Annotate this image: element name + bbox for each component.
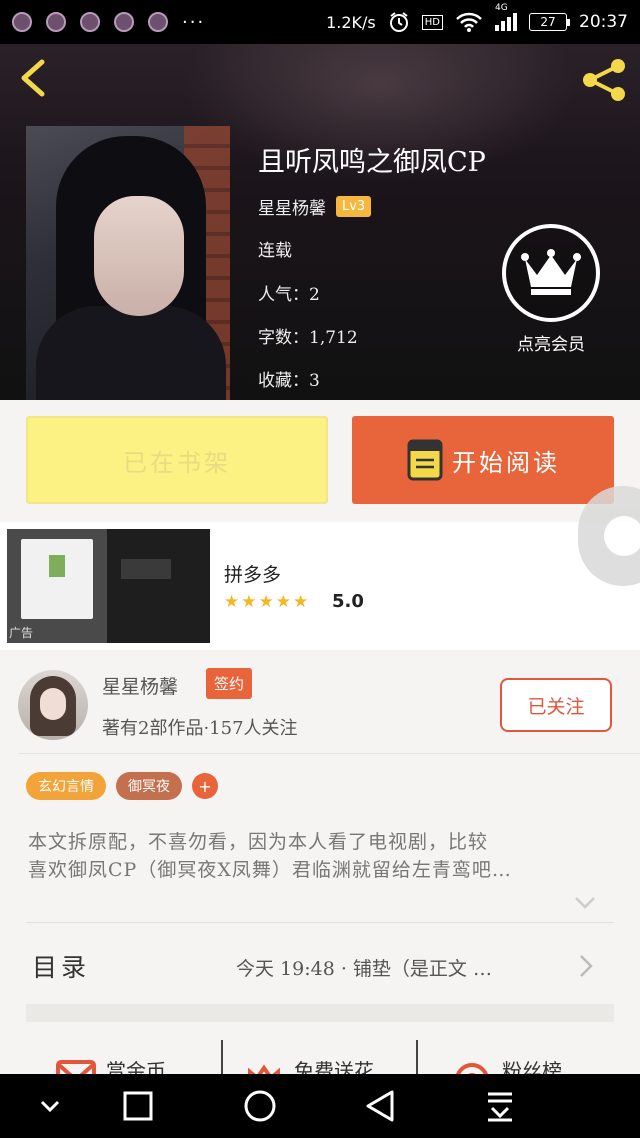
book-cover-image[interactable]	[26, 126, 230, 400]
network-speed: 1.2K/s	[326, 12, 376, 32]
level-badge: Lv3	[336, 196, 372, 217]
gift-label: 免费送花	[294, 1058, 374, 1077]
signal-icon: 4G	[495, 3, 517, 31]
crown-icon	[502, 224, 600, 322]
table-of-contents-row[interactable]: 目录 今天 19:48 · 铺垫（是正文 …	[26, 940, 614, 992]
section-divider	[26, 1004, 614, 1022]
wifi-icon	[456, 12, 482, 32]
start-reading-label: 开始阅读	[452, 448, 560, 477]
book-author-row: 星星杨馨 Lv3	[258, 194, 372, 219]
home-icon[interactable]	[242, 1088, 278, 1124]
app-notification-icon	[114, 12, 134, 32]
book-header: 且听凤鸣之御凤CP 星星杨馨 Lv3 连载 人气：2 字数：1,712 收藏：3…	[0, 44, 640, 400]
battery-icon: 27	[529, 13, 570, 31]
notification-pulldown-icon[interactable]	[482, 1088, 518, 1124]
author-card: 星星杨馨 签约 著有2部作品·157人关注 已关注	[18, 658, 640, 754]
chevron-down-icon[interactable]	[32, 1088, 68, 1124]
following-button[interactable]: 已关注	[500, 678, 612, 732]
ad-rating-score: 5.0	[332, 591, 364, 612]
synopsis-line: 本文拆原配，不喜勿看，因为本人看了电视剧，比较	[28, 831, 489, 853]
ad-app-name: 拼多多	[224, 564, 282, 586]
bottom-action-bar: 赏金币 免费送花 粉丝榜	[0, 1036, 640, 1076]
chevron-down-icon[interactable]	[574, 896, 596, 910]
divider	[416, 1040, 418, 1076]
author-stats: 著有2部作品·157人关注	[102, 718, 298, 739]
tag-character[interactable]: 御冥夜	[116, 772, 182, 800]
signed-badge: 签约	[206, 668, 253, 699]
fans-label: 粉丝榜	[502, 1058, 562, 1077]
app-notification-icon	[12, 12, 32, 32]
weibo-notification-icon	[80, 12, 100, 32]
author-name[interactable]: 星星杨馨	[102, 672, 178, 699]
word-count-stat: 字数：1,712	[258, 328, 358, 348]
notification-icons: ···	[12, 12, 205, 33]
reward-label: 赏金币	[106, 1058, 166, 1077]
in-bookshelf-button[interactable]: 已在书架	[26, 416, 328, 504]
send-flower-button[interactable]: 免费送花	[244, 1042, 374, 1076]
app-notification-icon	[148, 12, 168, 32]
tag-genre[interactable]: 玄幻言情	[26, 772, 106, 800]
ad-rating-stars: ★★★★★	[224, 592, 311, 612]
chevron-right-icon	[580, 955, 593, 977]
divider	[26, 922, 614, 923]
book-title: 且听凤鸣之御凤CP	[258, 147, 486, 178]
ad-label: 广告	[9, 626, 34, 640]
ad-banner[interactable]: 广告 拼多多 ★★★★★ 5.0	[0, 522, 640, 650]
clock: 20:37	[579, 12, 628, 32]
alarm-icon	[389, 12, 408, 32]
share-icon[interactable]	[580, 56, 628, 104]
author-avatar[interactable]	[18, 670, 88, 740]
recent-apps-icon[interactable]	[120, 1088, 156, 1124]
toc-label: 目录	[32, 953, 91, 982]
book-status: 连载	[258, 241, 292, 261]
hd-icon: HD	[421, 14, 443, 30]
vip-membership-button[interactable]: 点亮会员	[500, 224, 602, 355]
start-reading-button[interactable]: 开始阅读	[352, 416, 614, 504]
vip-label: 点亮会员	[517, 335, 585, 355]
system-navigation-bar	[0, 1074, 640, 1138]
divider	[221, 1040, 223, 1076]
ad-image[interactable]: 广告	[7, 529, 210, 643]
status-bar: ··· 1.2K/s HD 4G 27 20:37	[0, 0, 640, 44]
latest-chapter: 今天 19:48 · 铺垫（是正文 …	[236, 958, 492, 980]
popularity-stat: 人气：2	[258, 285, 320, 305]
more-notifications-icon: ···	[182, 11, 206, 33]
favorites-stat: 收藏：3	[258, 371, 320, 391]
reward-coins-button[interactable]: 赏金币	[56, 1042, 166, 1076]
back-triangle-icon[interactable]	[362, 1088, 398, 1124]
fans-ranking-button[interactable]: 粉丝榜	[452, 1042, 562, 1076]
add-tag-button[interactable]: +	[192, 773, 218, 799]
synopsis-line: 喜欢御凤CP（御冥夜X凤舞）君临渊就留给左青鸾吧…	[28, 859, 512, 881]
book-icon	[407, 439, 443, 481]
back-arrow-icon[interactable]	[14, 58, 54, 98]
book-author[interactable]: 星星杨馨	[258, 194, 326, 219]
tag-list: 玄幻言情 御冥夜 +	[26, 772, 218, 800]
app-notification-icon	[46, 12, 66, 32]
synopsis[interactable]: 本文拆原配，不喜勿看，因为本人看了电视剧，比较 喜欢御凤CP（御冥夜X凤舞）君临…	[28, 828, 613, 884]
